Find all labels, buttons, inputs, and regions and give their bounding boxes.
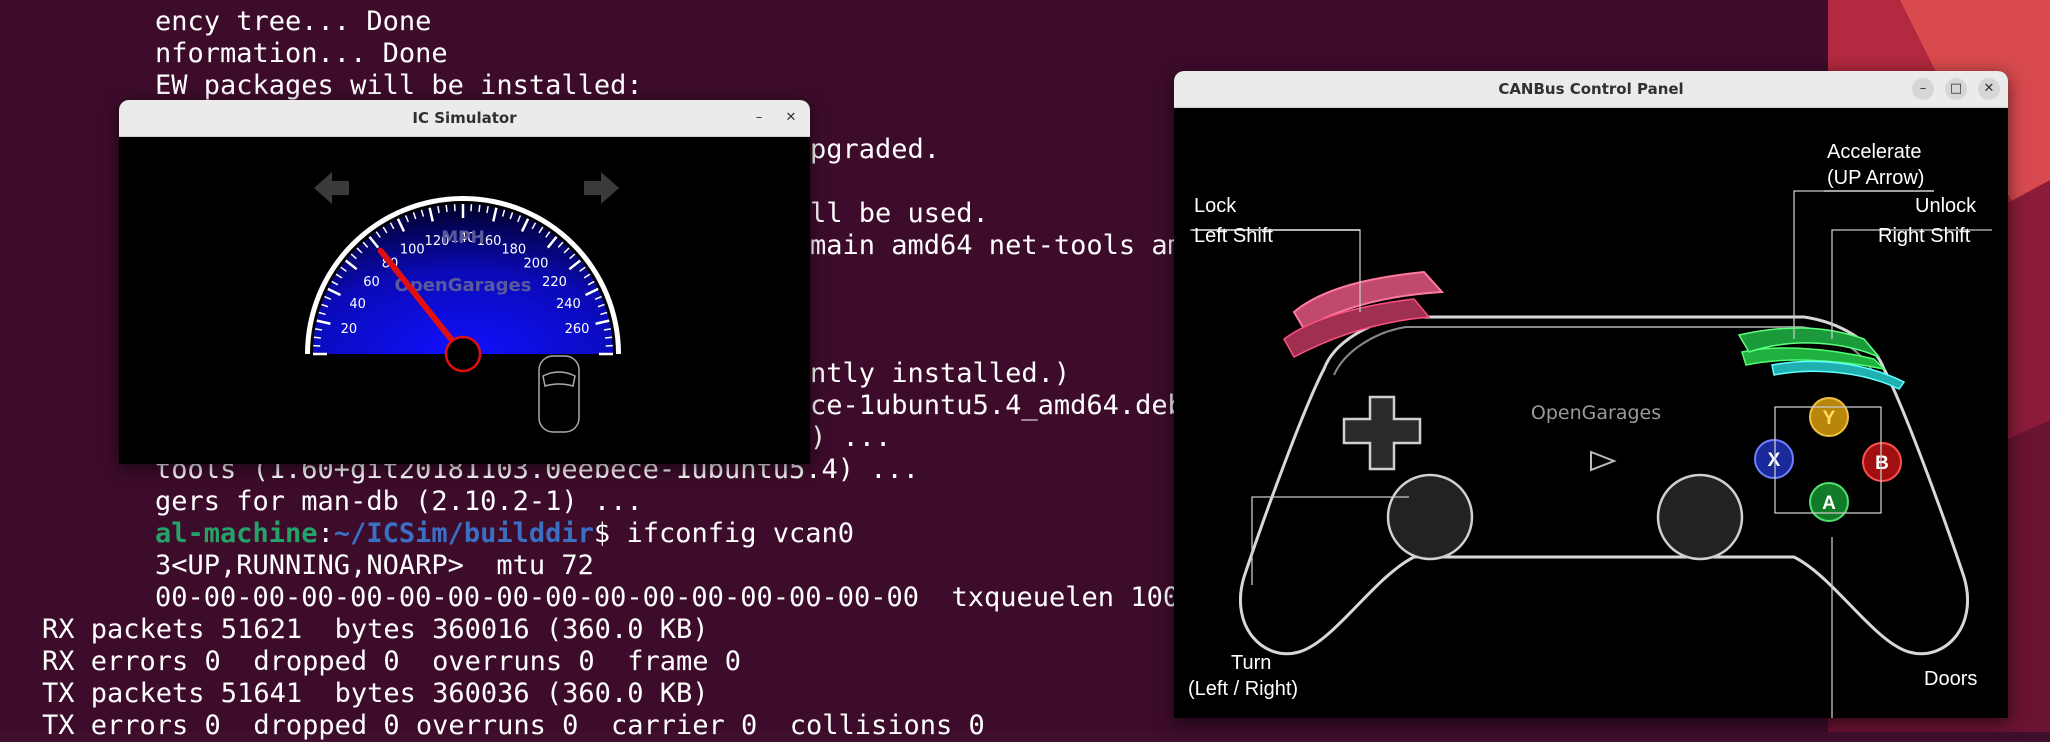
start-button-icon bbox=[1591, 452, 1614, 470]
terminal-line: gers for man-db (2.10.2-1) ... bbox=[155, 486, 643, 518]
dpad bbox=[1344, 397, 1420, 469]
terminal-line: TX errors 0 dropped 0 overruns 0 carrier… bbox=[42, 710, 985, 742]
terminal-line: RX packets 51621 bytes 360016 (360.0 KB) bbox=[42, 614, 708, 646]
prompt-separator: : bbox=[318, 518, 334, 549]
gauge-unit-label: MPH bbox=[441, 228, 485, 248]
gamepad-diagram: Y X B A OpenGarages bbox=[1174, 107, 2008, 718]
lock-label: Lock bbox=[1194, 195, 1236, 218]
accelerate-label: Accelerate bbox=[1827, 141, 1922, 164]
unlock-key-label: Right Shift bbox=[1878, 225, 1970, 248]
window-title: IC Simulator bbox=[119, 100, 810, 136]
speedometer-gauge: 20406080100120140160180200220240260 MPH … bbox=[305, 196, 621, 371]
prompt-dollar: $ bbox=[594, 518, 627, 549]
ic-simulator-window[interactable]: IC Simulator – ✕ 20406080100120140160180… bbox=[119, 100, 810, 464]
control-panel-titlebar[interactable]: CANBus Control Panel – □ ✕ bbox=[1174, 71, 2008, 108]
gauge-tick-label: 20 bbox=[341, 322, 358, 337]
gauge-tick-label: 220 bbox=[542, 275, 567, 290]
gauge-tick-label: 180 bbox=[501, 243, 526, 258]
maximize-button[interactable]: □ bbox=[1945, 78, 1967, 100]
terminal-line: TX packets 51641 bytes 360036 (360.0 KB) bbox=[42, 678, 708, 710]
window-title: CANBus Control Panel bbox=[1174, 71, 2008, 107]
terminal-line: ll be used. bbox=[810, 198, 989, 230]
left-turn-signal-icon bbox=[314, 172, 349, 204]
terminal-line: EW packages will be installed: bbox=[155, 70, 643, 102]
gauge-tick-label: 260 bbox=[565, 322, 590, 337]
face-button-x: X bbox=[1755, 440, 1793, 478]
terminal-line: RX errors 0 dropped 0 overruns 0 frame 0 bbox=[42, 646, 741, 678]
terminal-line: nformation... Done bbox=[155, 38, 448, 70]
button-x-label: X bbox=[1768, 450, 1781, 471]
close-button[interactable]: ✕ bbox=[1978, 78, 2000, 100]
doors-label: Doors bbox=[1924, 668, 1977, 691]
terminal-prompt-line: al-machine:~/ICSim/builddir$ ifconfig vc… bbox=[155, 518, 854, 550]
face-button-a: A bbox=[1810, 483, 1848, 521]
car-door-status-icon bbox=[539, 356, 579, 432]
face-button-y: Y bbox=[1810, 398, 1848, 436]
minimize-button[interactable]: – bbox=[748, 107, 770, 129]
canbus-control-panel-window[interactable]: CANBus Control Panel – □ ✕ Y X B bbox=[1174, 71, 2008, 718]
gauge-tick bbox=[314, 337, 321, 338]
face-button-b: B bbox=[1863, 443, 1901, 481]
gauge-tick-label: 240 bbox=[556, 297, 581, 312]
prompt-path: ~/ICSim/builddir bbox=[334, 518, 594, 549]
terminal-line: pgraded. bbox=[810, 134, 940, 166]
terminal-line: ) ... bbox=[810, 422, 891, 454]
terminal-line: 3<UP,RUNNING,NOARP> mtu 72 bbox=[155, 550, 594, 582]
terminal-line: main amd64 net-tools am bbox=[810, 230, 1184, 262]
gauge-tick-label: 40 bbox=[349, 297, 366, 312]
gauge-tick bbox=[605, 337, 612, 338]
button-b-label: B bbox=[1875, 453, 1889, 474]
gamepad-brand-label: OpenGarages bbox=[1531, 402, 1661, 424]
button-y-label: Y bbox=[1823, 408, 1836, 429]
close-button[interactable]: ✕ bbox=[780, 107, 802, 129]
left-thumbstick bbox=[1388, 475, 1472, 559]
prompt-user: al-machine bbox=[155, 518, 318, 549]
button-a-label: A bbox=[1822, 493, 1836, 514]
gauge-tick-label: 100 bbox=[400, 243, 425, 258]
lock-key-label: Left Shift bbox=[1194, 225, 1273, 248]
minimize-button[interactable]: – bbox=[1912, 78, 1934, 100]
right-turn-signal-icon bbox=[584, 172, 619, 204]
terminal-line: ency tree... Done bbox=[155, 6, 431, 38]
needle-hub bbox=[446, 337, 480, 371]
gauge-tick bbox=[446, 205, 447, 212]
label-underlines bbox=[1192, 191, 1934, 230]
turn-label: Turn bbox=[1231, 652, 1271, 675]
turn-key-label: (Left / Right) bbox=[1188, 678, 1298, 701]
unlock-label: Unlock bbox=[1915, 195, 1976, 218]
right-thumbstick bbox=[1658, 475, 1742, 559]
instrument-cluster: 20406080100120140160180200220240260 MPH … bbox=[119, 136, 810, 464]
accelerate-key-label: (UP Arrow) bbox=[1827, 167, 1924, 190]
terminal-line: ce-1ubuntu5.4_amd64.deb bbox=[810, 390, 1184, 422]
ic-simulator-titlebar[interactable]: IC Simulator – ✕ bbox=[119, 100, 810, 137]
gauge-tick bbox=[479, 205, 480, 212]
gauge-tick-label: 200 bbox=[524, 257, 549, 272]
terminal-line: ntly installed.) bbox=[810, 358, 1070, 390]
prompt-command: ifconfig vcan0 bbox=[626, 518, 854, 549]
gauge-tick-label: 60 bbox=[363, 275, 380, 290]
terminal-line: 00-00-00-00-00-00-00-00-00-00-00-00-00-0… bbox=[155, 582, 1195, 614]
